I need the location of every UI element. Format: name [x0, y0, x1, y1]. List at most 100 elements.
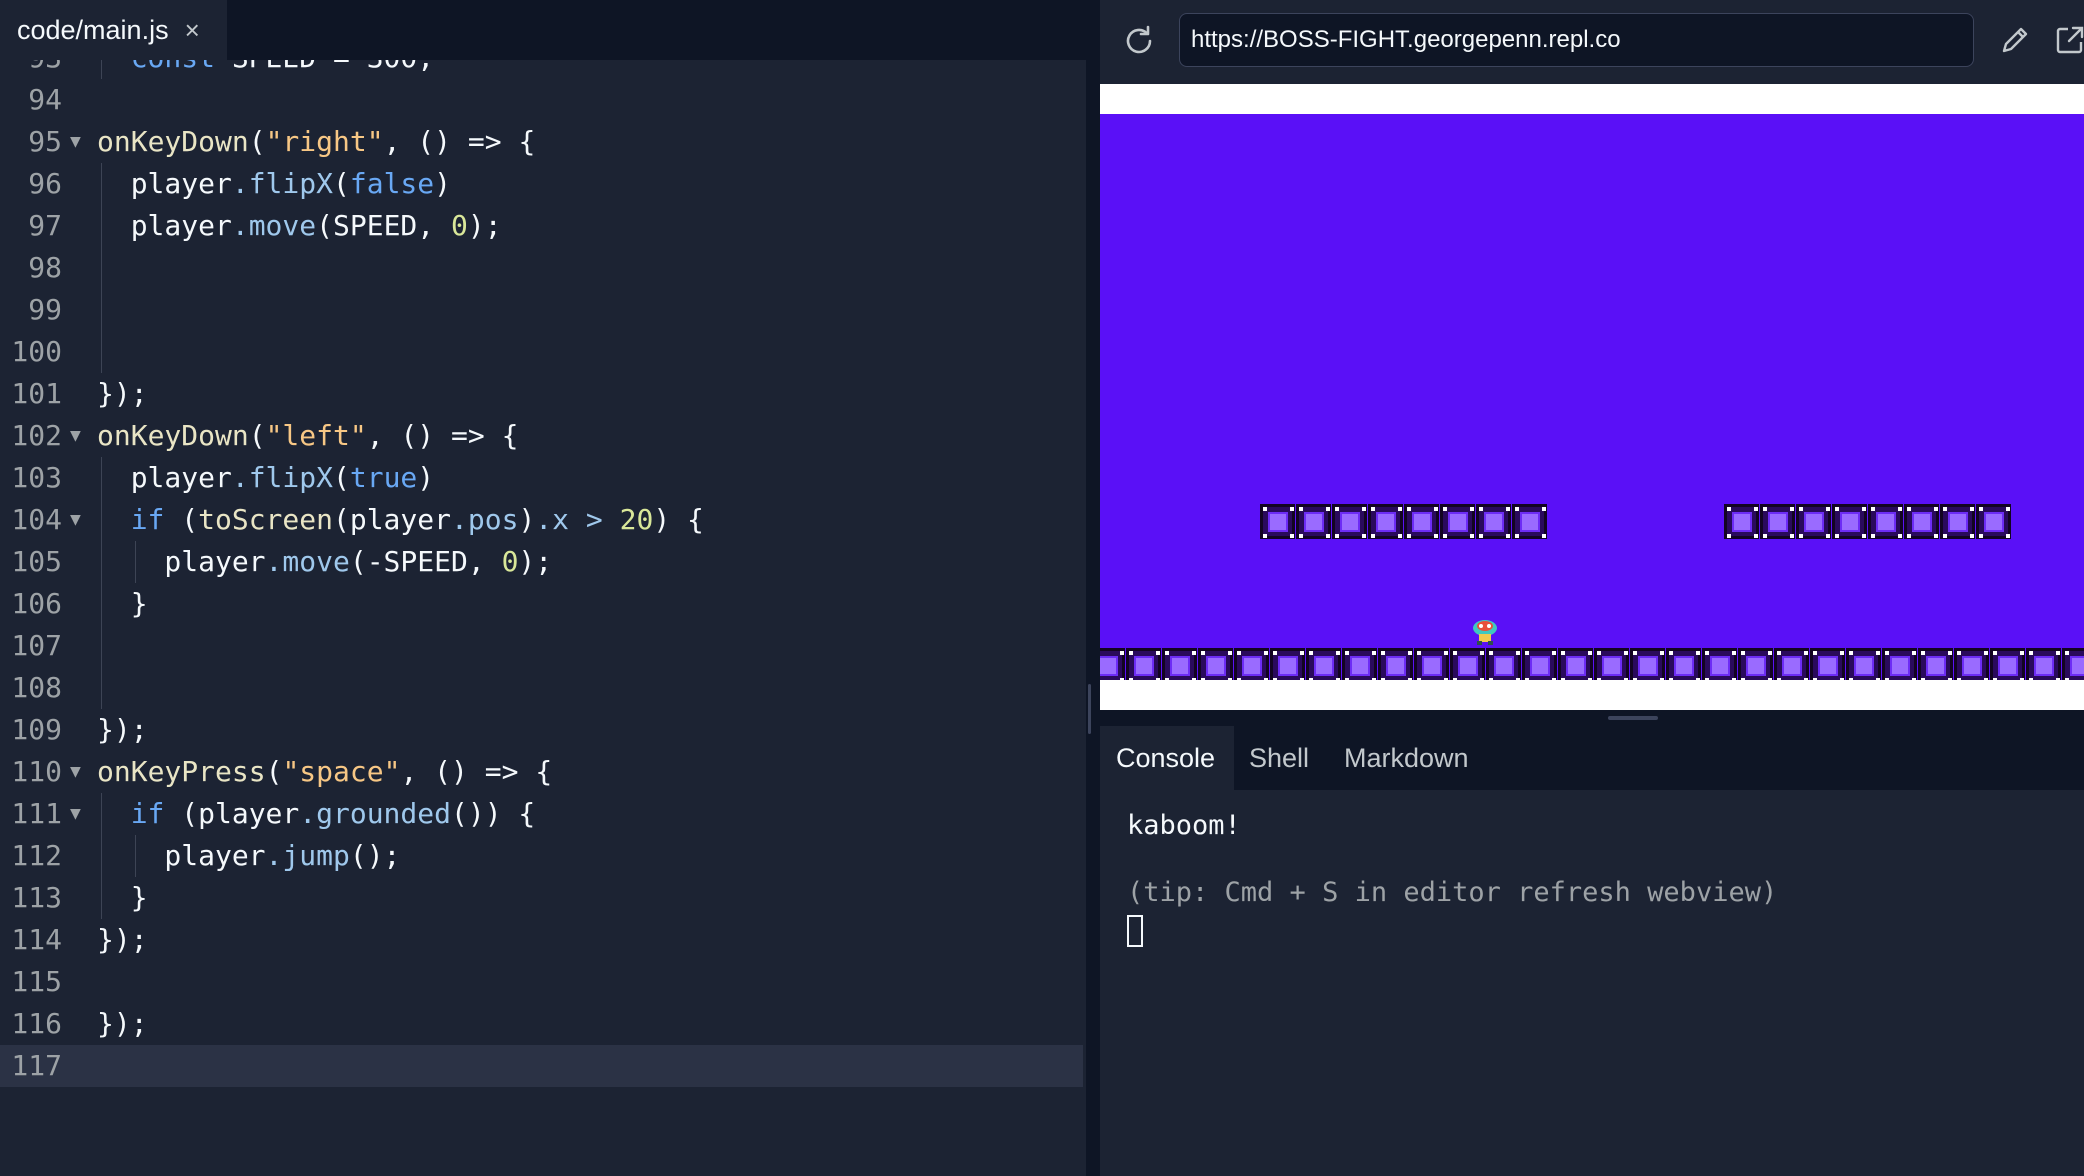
editor-tab-label: code/main.js — [17, 14, 169, 45]
game-canvas[interactable] — [1100, 114, 2084, 680]
ground-block — [1378, 648, 1413, 680]
code-line[interactable]: 100 — [0, 331, 1083, 373]
code-line[interactable]: 99 — [0, 289, 1083, 331]
console-output[interactable]: kaboom! (tip: Cmd + S in editor refresh … — [1100, 790, 2084, 1176]
code-line[interactable]: 116}); — [0, 1003, 1083, 1045]
fold-arrow-icon[interactable]: ▼ — [70, 499, 81, 541]
code-line[interactable]: 113} — [0, 877, 1083, 919]
block-rivet — [1525, 678, 1529, 680]
code-line[interactable]: 111 ▼ if (player.grounded()) { — [0, 793, 1083, 835]
block-rivet — [1984, 651, 1988, 655]
code-area[interactable]: 93const SPEED = 300;9495▼onKeyDown("righ… — [0, 60, 1086, 1176]
block-rivet — [1984, 678, 1988, 680]
code-line[interactable]: 102 ▼ onKeyDown("left", () => { — [0, 415, 1083, 457]
tab-markdown[interactable]: Markdown — [1344, 726, 1469, 790]
block-rivet — [1453, 651, 1457, 655]
platform-left-block — [1332, 504, 1367, 539]
console-output-line: kaboom! — [1127, 810, 1241, 841]
code-line[interactable]: 104 ▼ if (toScreen(player.pos).x > 20) { — [0, 499, 1083, 541]
block-rivet — [2020, 678, 2024, 680]
webview-frame[interactable] — [1100, 84, 2084, 710]
indent-guide — [101, 835, 102, 877]
block-rivet — [1696, 651, 1700, 655]
fold-arrow-icon[interactable]: ▼ — [70, 415, 81, 457]
code-line[interactable]: 93 const SPEED = 300; — [0, 60, 1083, 79]
code-text: }); — [97, 1003, 148, 1045]
block-rivet — [1633, 651, 1637, 655]
code-token: player — [130, 209, 232, 242]
line-number: 99 — [28, 293, 62, 326]
block-rivet — [1777, 651, 1781, 655]
code-line[interactable]: 97 player.move(SPEED, 0); — [0, 205, 1083, 247]
code-line[interactable]: 105 player.move(-SPEED, 0); — [0, 541, 1083, 583]
close-icon[interactable]: × — [185, 15, 200, 46]
code-text: player.move(SPEED, 0); — [131, 205, 502, 247]
block-rivet — [2056, 678, 2060, 680]
code-line[interactable]: 114}); — [0, 919, 1083, 961]
code-token: player — [164, 839, 266, 872]
indent-guide — [101, 877, 102, 919]
ground-block — [1414, 648, 1449, 680]
block-rivet — [1907, 534, 1911, 538]
fold-arrow-icon[interactable]: ▼ — [70, 121, 81, 163]
url-bar[interactable]: https://BOSS-FIGHT.georgepenn.repl.co — [1179, 13, 1974, 67]
code-token: SPEED = 300; — [215, 60, 434, 74]
block-rivet — [1371, 507, 1375, 511]
block-rivet — [1871, 507, 1875, 511]
code-line[interactable]: 110 ▼ onKeyPress("space", () => { — [0, 751, 1083, 793]
code-token: "right" — [265, 125, 384, 158]
ground-block — [2062, 648, 2084, 680]
code-line[interactable]: 98 — [0, 247, 1083, 289]
block-rivet — [1885, 678, 1889, 680]
line-number: 116 — [11, 1007, 62, 1040]
resize-handle-icon[interactable] — [1608, 716, 1658, 720]
code-line[interactable]: 103 player.flipX(true) — [0, 457, 1083, 499]
code-line[interactable]: 94 — [0, 79, 1083, 121]
block-rivet — [1372, 678, 1376, 680]
code-line[interactable]: 96 player.flipX(false) — [0, 163, 1083, 205]
code-token: const — [131, 60, 215, 74]
block-rivet — [1335, 507, 1339, 511]
tab-shell[interactable]: Shell — [1249, 726, 1309, 790]
fold-arrow-icon[interactable]: ▼ — [70, 793, 81, 835]
tab-console[interactable]: Console — [1100, 726, 1234, 790]
platform-right-block — [1868, 504, 1903, 539]
external-link-icon[interactable] — [2052, 22, 2084, 58]
code-line[interactable]: 109}); — [0, 709, 1083, 751]
ground-block — [1198, 648, 1233, 680]
code-line[interactable]: 115 — [0, 961, 1083, 1003]
block-rivet — [1732, 651, 1736, 655]
code-token: if — [130, 503, 165, 536]
platform-right-block — [1724, 504, 1759, 539]
pane-divider[interactable] — [1086, 0, 1100, 1176]
code-text: }); — [97, 373, 148, 415]
code-text: }); — [97, 709, 148, 751]
fold-arrow-icon[interactable]: ▼ — [70, 751, 81, 793]
code-line[interactable]: 117 — [0, 1045, 1083, 1087]
block-rivet — [1813, 651, 1817, 655]
block-rivet — [1826, 534, 1830, 538]
block-rivet — [1443, 507, 1447, 511]
code-line[interactable]: 107 — [0, 625, 1083, 667]
block-rivet — [1804, 678, 1808, 680]
code-line[interactable]: 95 ▼ onKeyDown("right", () => { — [0, 121, 1083, 163]
refresh-icon[interactable] — [1122, 24, 1156, 58]
code-line[interactable]: 112 player.jump(); — [0, 835, 1083, 877]
ground-block — [1702, 648, 1737, 680]
code-line[interactable]: 108 — [0, 667, 1083, 709]
block-rivet — [1201, 678, 1205, 680]
block-rivet — [1921, 678, 1925, 680]
block-rivet — [1156, 678, 1160, 680]
block-rivet — [1264, 678, 1268, 680]
console-cursor[interactable] — [1127, 915, 1143, 947]
block-rivet — [2056, 651, 2060, 655]
block-rivet — [1326, 507, 1330, 511]
code-line[interactable]: 106} — [0, 583, 1083, 625]
divider-grip-icon[interactable] — [1088, 684, 1091, 734]
code-line[interactable]: 101}); — [0, 373, 1083, 415]
block-rivet — [1561, 678, 1565, 680]
block-rivet — [1979, 507, 1983, 511]
editor-tab-main-js[interactable]: code/main.js × — [0, 0, 227, 60]
pencil-icon[interactable] — [1997, 22, 2033, 58]
ground-block — [1630, 648, 1665, 680]
